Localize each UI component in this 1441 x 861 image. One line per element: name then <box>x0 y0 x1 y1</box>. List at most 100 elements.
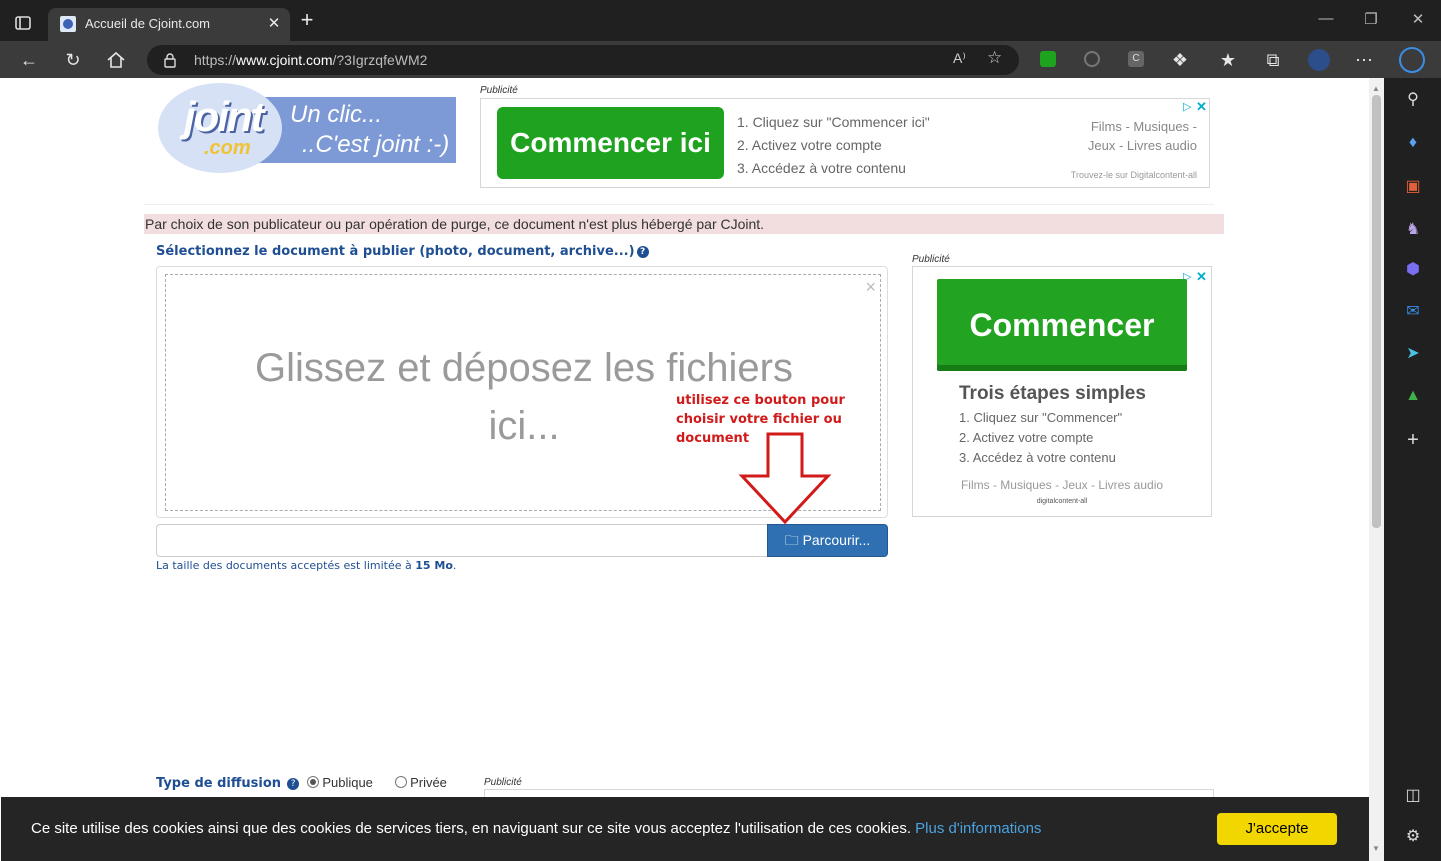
diffusion-help-icon[interactable]: ? <box>287 778 300 790</box>
ad-top-categories-1: Films - Musiques - <box>1090 119 1197 134</box>
ad-right-step-1: 1. Cliquez sur "Commencer" <box>959 410 1123 425</box>
collections-icon[interactable]: ⧉ <box>1261 48 1285 72</box>
sidebar-outlook-icon[interactable]: ✉ <box>1403 302 1423 322</box>
tab-close-icon[interactable]: ✕ <box>265 14 283 32</box>
address-bar[interactable]: https://www.cjoint.com/?3IgrzqfeWM2 A⁾ ☆ <box>147 45 1019 75</box>
dropzone-close-icon[interactable]: × <box>865 277 876 298</box>
settings-more-icon[interactable]: ⋯ <box>1352 48 1376 72</box>
scroll-down-icon[interactable]: ▼ <box>1372 844 1380 853</box>
refresh-icon[interactable]: ↻ <box>61 48 85 72</box>
close-window-icon[interactable]: ✕ <box>1405 10 1431 28</box>
web-page: joint .com Un clic... ..C'est joint :-) … <box>1 78 1369 861</box>
url-text[interactable]: https://www.cjoint.com/?3IgrzqfeWM2 <box>194 52 427 68</box>
sidebar-layout-icon[interactable]: ◫ <box>1403 786 1423 806</box>
edge-sidebar: ⚲ ♦ ▣ ♞ ⬢ ✉ ➤ ▲ + ◫ ⚙ <box>1384 78 1441 861</box>
extensions-puzzle-icon[interactable]: ❖ <box>1168 48 1192 72</box>
ad-close-icon[interactable]: ✕ <box>1196 99 1207 115</box>
tab-title: Accueil de Cjoint.com <box>85 16 210 31</box>
ad-right-title: Trois étapes simples <box>959 383 1146 404</box>
ad-banner-top[interactable]: Commencer ici 1. Cliquez sur "Commencer … <box>480 98 1210 188</box>
size-limit-value: 15 Mo <box>415 559 453 572</box>
ad-top-cta-button[interactable]: Commencer ici <box>497 107 724 179</box>
sidebar-drop-icon[interactable]: ➤ <box>1403 344 1423 364</box>
ad-bottom-label: Publicité <box>484 777 522 788</box>
ad-top-step-2: 2. Activez votre compte <box>737 137 882 153</box>
select-document-text: Sélectionnez le document à publier (phot… <box>156 244 635 259</box>
logo-tagline-2: ..C'est joint :-) <box>302 131 450 158</box>
option-private-label[interactable]: Privée <box>410 775 447 790</box>
sidebar-settings-icon[interactable]: ⚙ <box>1403 827 1423 847</box>
browse-button[interactable]: 🗀 Parcourir... <box>767 524 888 557</box>
radio-public[interactable] <box>307 776 320 788</box>
minimize-icon[interactable]: — <box>1313 10 1339 27</box>
favorites-icon[interactable]: ★ <box>1216 48 1240 72</box>
add-favorite-icon[interactable]: ☆ <box>987 48 1002 68</box>
help-icon[interactable]: ? <box>636 246 649 258</box>
ad-right-cta-button[interactable]: Commencer <box>937 279 1187 371</box>
extension-circle-icon[interactable] <box>1084 51 1100 67</box>
restore-icon[interactable]: ❐ <box>1358 10 1384 28</box>
cookie-banner: Ce site utilise des cookies ainsi que de… <box>1 797 1369 861</box>
sidebar-tree-icon[interactable]: ▲ <box>1403 386 1423 406</box>
ad-top-label: Publicité <box>480 85 518 96</box>
ad-top-categories-2: Jeux - Livres audio <box>1087 138 1197 153</box>
cjoint-favicon-icon <box>60 16 76 32</box>
tab-actions-icon[interactable] <box>12 12 34 34</box>
folder-open-icon: 🗀 <box>784 532 799 548</box>
ad-right-brand: digitalcontent-all <box>1036 498 1088 505</box>
size-limit-note: La taille des documents acceptés est lim… <box>156 559 457 572</box>
ad-top-source: Trouvez-le sur Digitalcontent-all <box>1070 170 1197 180</box>
bing-copilot-icon[interactable] <box>1399 47 1425 73</box>
sidebar-shopping-icon[interactable]: ♦ <box>1403 133 1423 153</box>
ad-right-step-3: 3. Accédez à votre contenu <box>959 450 1116 465</box>
sidebar-games-icon[interactable]: ♞ <box>1403 220 1423 240</box>
browser-toolbar: ← ↻ https://www.cjoint.com/?3IgrzqfeWM2 … <box>0 41 1441 78</box>
scrollbar-thumb[interactable] <box>1372 95 1381 528</box>
new-tab-button[interactable]: + <box>296 9 318 31</box>
ad-right-close-icon[interactable]: ✕ <box>1196 269 1207 285</box>
url-host: www.cjoint.com <box>236 52 333 68</box>
logo-brand-top: joint <box>184 93 265 140</box>
browse-button-label: Parcourir... <box>802 532 871 548</box>
diffusion-type: Type de diffusion ? Publique Privée <box>156 775 461 791</box>
scroll-up-icon[interactable]: ▲ <box>1372 84 1380 93</box>
sidebar-search-icon[interactable]: ⚲ <box>1403 90 1423 110</box>
home-icon[interactable] <box>105 49 127 71</box>
ad-top-step-1: 1. Cliquez sur "Commencer ici" <box>737 114 930 130</box>
header-divider <box>144 204 1214 205</box>
radio-private[interactable] <box>395 776 408 788</box>
purge-notice: Par choix de son publicateur ou par opér… <box>144 214 1224 234</box>
extension-c-icon[interactable]: C <box>1128 51 1144 67</box>
sidebar-tools-icon[interactable]: ▣ <box>1403 177 1423 197</box>
file-path-input[interactable] <box>156 524 769 557</box>
annotation-arrow-icon <box>738 432 832 525</box>
sidebar-add-icon[interactable]: + <box>1403 430 1423 450</box>
ad-banner-right[interactable]: ▷ ✕ Commencer Trois étapes simples 1. Cl… <box>912 266 1212 517</box>
logo-brand-bottom: .com <box>204 137 251 159</box>
ad-info-icon[interactable]: ▷ <box>1183 100 1191 113</box>
lock-icon <box>164 53 176 68</box>
option-public-label[interactable]: Publique <box>322 775 373 790</box>
tab-cjoint[interactable]: Accueil de Cjoint.com ✕ <box>48 8 290 41</box>
ad-right-steps: 1. Cliquez sur "Commencer" 2. Activez vo… <box>959 408 1122 468</box>
ad-choices[interactable]: ▷ ✕ <box>1181 99 1209 114</box>
tab-strip: Accueil de Cjoint.com ✕ + — ❐ ✕ <box>0 0 1441 41</box>
read-aloud-icon[interactable]: A⁾ <box>953 50 966 67</box>
ad-right-step-2: 2. Activez votre compte <box>959 430 1094 445</box>
back-icon[interactable]: ← <box>17 48 41 72</box>
profile-avatar[interactable] <box>1308 49 1330 71</box>
browser-window: Accueil de Cjoint.com ✕ + — ❐ ✕ ← ↻ http… <box>0 0 1441 861</box>
cjoint-logo[interactable]: joint .com Un clic... ..C'est joint :-) <box>158 83 456 173</box>
cookie-message: Ce site utilise des cookies ainsi que de… <box>31 820 1042 837</box>
dropzone-text-line-1: Glissez et déposez les fichiers <box>254 346 793 390</box>
diffusion-label: Type de diffusion <box>156 776 282 791</box>
ad-right-label: Publicité <box>912 254 950 265</box>
sidebar-office-icon[interactable]: ⬢ <box>1403 260 1423 280</box>
ad-top-step-3: 3. Accédez à votre contenu <box>737 160 906 176</box>
extension-check-icon[interactable] <box>1040 51 1056 67</box>
ad-top-steps: 1. Cliquez sur "Commencer ici" 2. Active… <box>737 111 930 180</box>
ad-top-categories: Films - Musiques - Jeux - Livres audio <box>1088 117 1197 155</box>
page-scrollbar[interactable]: ▲ ▼ <box>1369 78 1384 861</box>
cookie-more-link[interactable]: Plus d'informations <box>915 820 1041 837</box>
cookie-accept-button[interactable]: J'accepte <box>1217 813 1337 845</box>
